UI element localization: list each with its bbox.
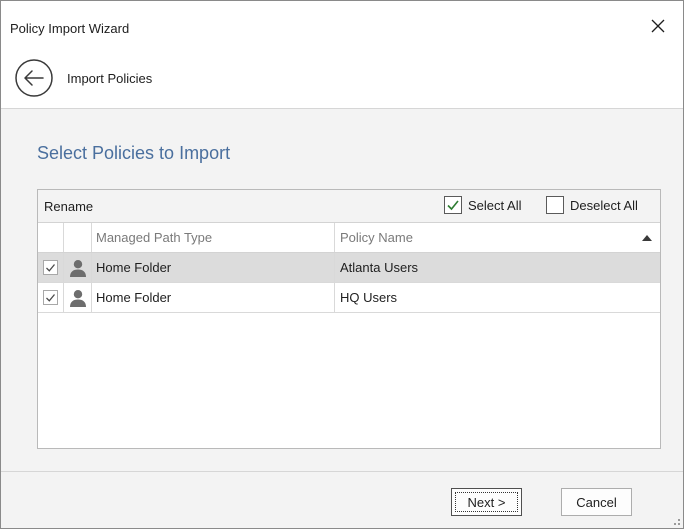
deselect-all-box[interactable] (546, 196, 564, 214)
user-icon (69, 289, 86, 307)
cancel-button[interactable]: Cancel (561, 488, 632, 516)
section-title: Select Policies to Import (37, 143, 231, 163)
close-icon (651, 19, 665, 33)
wizard-nav-header: Import Policies (1, 49, 683, 109)
header-check-cell (38, 223, 64, 252)
close-button[interactable] (645, 13, 671, 39)
rename-label[interactable]: Rename (44, 199, 93, 214)
grid-header-row: Managed Path Type Policy Name (38, 223, 660, 253)
policy-import-wizard-window: Policy Import Wizard Import Policies Sel… (0, 0, 684, 529)
deselect-all-label: Deselect All (570, 197, 638, 213)
row-check-cell (38, 253, 64, 282)
header-icon-cell (64, 223, 92, 252)
table-row[interactable]: Home Folder Atlanta Users (38, 253, 660, 283)
policy-name-cell: HQ Users (340, 290, 398, 305)
step-title: Import Policies (67, 71, 153, 86)
grid-toolbar: Rename Select All Deselect All (38, 190, 660, 223)
column-header-policy-name[interactable]: Policy Name (335, 223, 660, 252)
deselect-all-checkbox[interactable]: Deselect All (546, 196, 638, 214)
select-all-box[interactable] (444, 196, 462, 214)
select-all-label: Select All (468, 197, 522, 213)
checkmark-icon (447, 200, 459, 211)
table-row[interactable]: Home Folder HQ Users (38, 283, 660, 313)
managed-path-type-cell: Home Folder (92, 283, 335, 312)
next-button[interactable]: Next > (451, 488, 522, 516)
row-icon-cell (64, 283, 92, 312)
managed-path-type-cell: Home Folder (92, 253, 335, 282)
row-icon-cell (64, 253, 92, 282)
sort-ascending-icon (642, 235, 652, 241)
back-arrow-icon (15, 59, 53, 97)
row-check-cell (38, 283, 64, 312)
wizard-footer: Next > Cancel (1, 471, 683, 528)
policy-name-cell: Atlanta Users (340, 260, 419, 275)
checkmark-icon (46, 294, 56, 302)
window-title: Policy Import Wizard (10, 21, 130, 36)
select-all-checkbox[interactable]: Select All (444, 196, 521, 214)
resize-grip-icon[interactable] (671, 516, 681, 526)
row-checkbox[interactable] (43, 290, 58, 305)
row-checkbox[interactable] (43, 260, 58, 275)
wizard-content: Select Policies to Import Rename Select … (1, 109, 683, 471)
user-icon (69, 259, 86, 277)
back-button[interactable] (14, 58, 54, 98)
column-header-managed-path-type[interactable]: Managed Path Type (92, 223, 335, 252)
checkmark-icon (46, 264, 56, 272)
policies-grid: Rename Select All Deselect All Managed P… (37, 189, 661, 449)
title-bar: Policy Import Wizard (1, 1, 683, 49)
